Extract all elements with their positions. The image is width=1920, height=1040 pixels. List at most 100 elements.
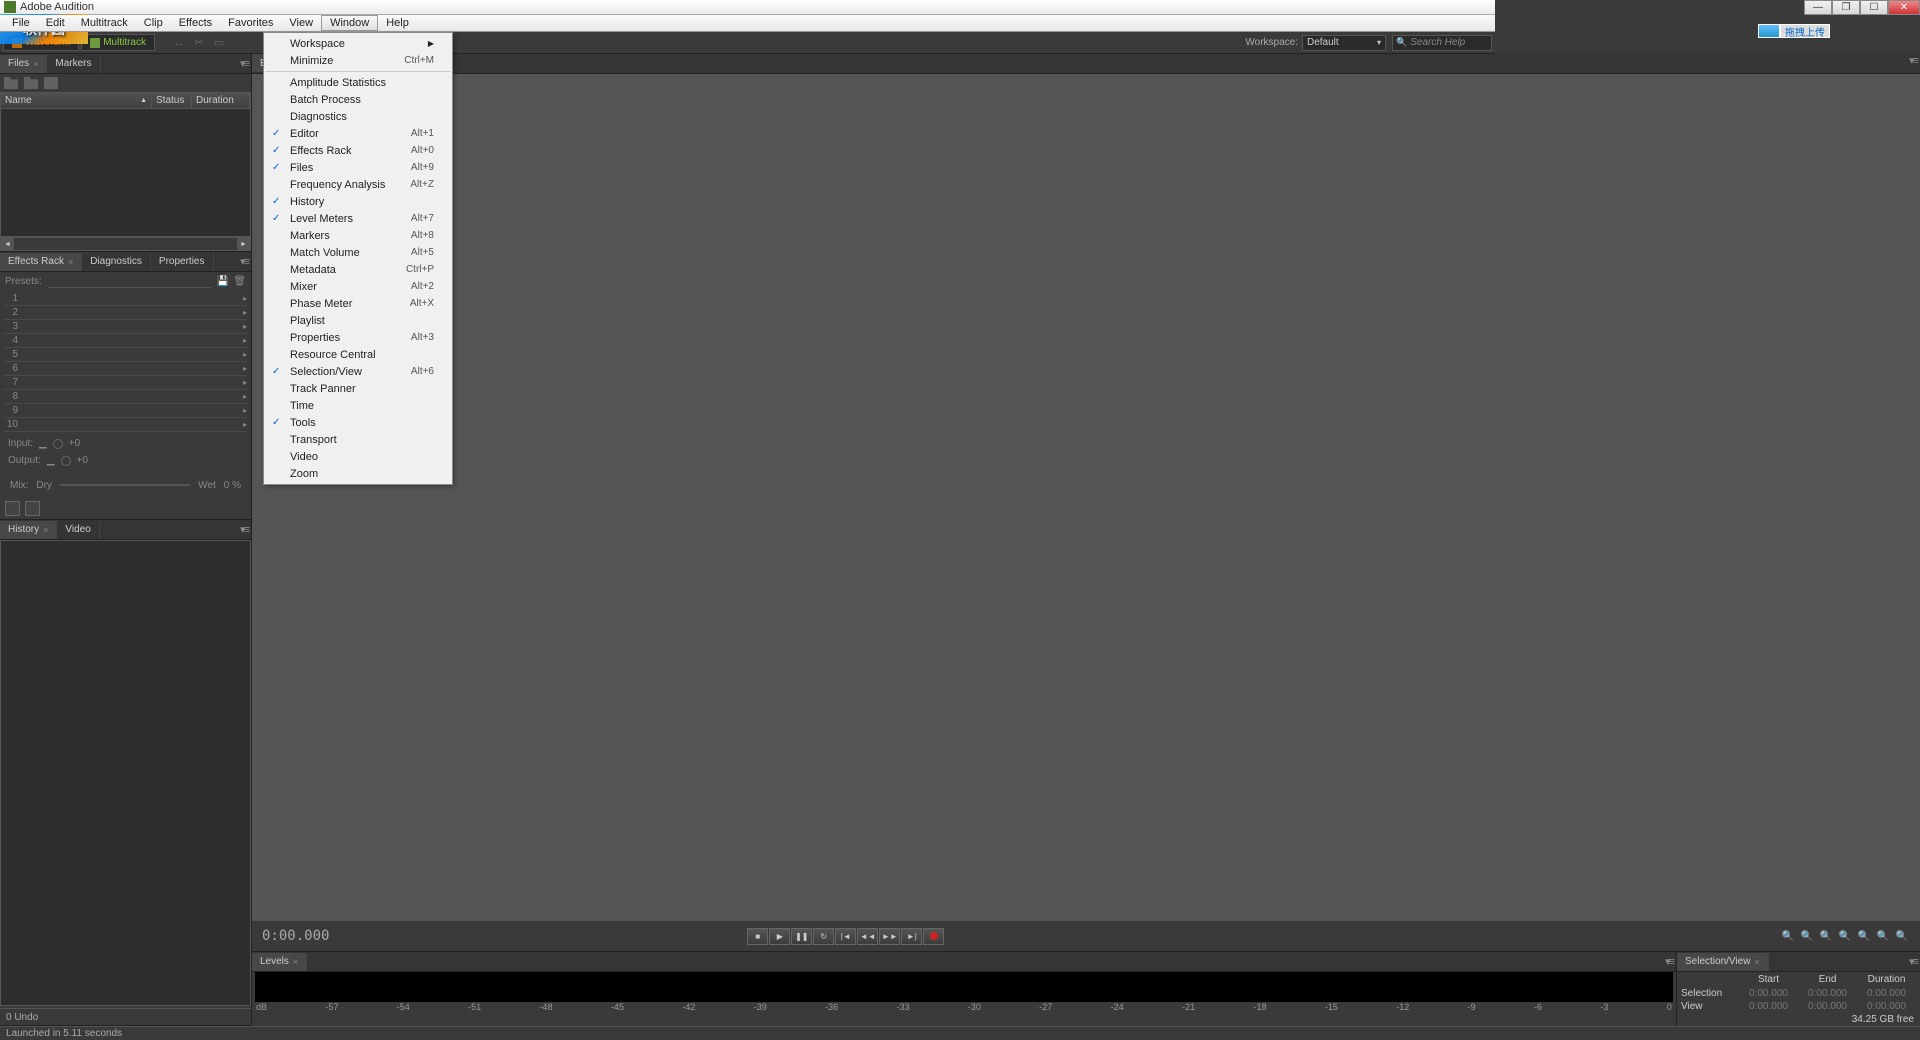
restore-button[interactable]: ❐ bbox=[1832, 0, 1860, 15]
tab-files[interactable]: Files× bbox=[0, 55, 47, 73]
dd-phase[interactable]: Phase MeterAlt+X bbox=[264, 295, 452, 312]
sel-end[interactable]: 0:00.000 bbox=[1798, 988, 1857, 999]
fx-slot[interactable]: 10▸ bbox=[4, 418, 247, 432]
menu-edit[interactable]: Edit bbox=[38, 16, 73, 30]
power-button[interactable] bbox=[5, 501, 20, 516]
list-button[interactable] bbox=[25, 501, 40, 516]
scrollbar[interactable]: ◄ ► bbox=[0, 237, 251, 251]
presets-select[interactable] bbox=[48, 274, 211, 288]
close-icon[interactable]: × bbox=[33, 59, 38, 69]
scroll-left-icon[interactable]: ◄ bbox=[1, 238, 14, 250]
record-button[interactable] bbox=[923, 928, 944, 945]
dd-metadata[interactable]: MetadataCtrl+P bbox=[264, 261, 452, 278]
dd-properties[interactable]: PropertiesAlt+3 bbox=[264, 329, 452, 346]
dd-transport[interactable]: Transport bbox=[264, 431, 452, 448]
tab-levels[interactable]: Levels× bbox=[252, 953, 307, 971]
dd-playlist[interactable]: Playlist bbox=[264, 312, 452, 329]
dd-time[interactable]: Time bbox=[264, 397, 452, 414]
dd-markers[interactable]: MarkersAlt+8 bbox=[264, 227, 452, 244]
import-icon[interactable] bbox=[24, 77, 38, 89]
fx-slot[interactable]: 5▸ bbox=[4, 348, 247, 362]
files-list[interactable] bbox=[0, 109, 251, 237]
fx-slot[interactable]: 1▸ bbox=[4, 292, 247, 306]
output-knob[interactable] bbox=[61, 456, 71, 466]
dd-mixer[interactable]: MixerAlt+2 bbox=[264, 278, 452, 295]
forward-button[interactable]: ►► bbox=[879, 928, 900, 945]
dd-tools[interactable]: Tools bbox=[264, 414, 452, 431]
close-button[interactable]: ✕ bbox=[1888, 0, 1920, 15]
fx-slot[interactable]: 9▸ bbox=[4, 404, 247, 418]
view-dur[interactable]: 0:00.000 bbox=[1857, 1001, 1916, 1012]
scroll-right-icon[interactable]: ► bbox=[237, 238, 250, 250]
tab-properties[interactable]: Properties bbox=[151, 253, 214, 271]
upload-badge[interactable]: 拖拽上传 bbox=[1758, 24, 1830, 38]
scroll-track[interactable] bbox=[14, 238, 237, 250]
tab-video[interactable]: Video bbox=[57, 521, 99, 539]
pause-button[interactable]: ❚❚ bbox=[791, 928, 812, 945]
dd-effects-rack[interactable]: Effects RackAlt+0 bbox=[264, 142, 452, 159]
dd-batch[interactable]: Batch Process bbox=[264, 91, 452, 108]
save-preset-icon[interactable]: 💾 bbox=[217, 276, 229, 287]
menu-window[interactable]: Window bbox=[321, 15, 378, 31]
dd-selview[interactable]: Selection/ViewAlt+6 bbox=[264, 363, 452, 380]
zoom-reset-icon[interactable]: 🔍 bbox=[1894, 928, 1910, 944]
history-body[interactable] bbox=[0, 540, 251, 1006]
levels-meter[interactable] bbox=[255, 972, 1673, 1002]
delete-preset-icon[interactable]: 🗑 bbox=[233, 276, 246, 287]
menu-multitrack[interactable]: Multitrack bbox=[73, 16, 136, 30]
tab-history[interactable]: History× bbox=[0, 521, 57, 539]
workspace-select[interactable]: Default bbox=[1302, 35, 1386, 51]
zoom-sel-icon[interactable]: 🔍 bbox=[1837, 928, 1853, 944]
fx-slot[interactable]: 7▸ bbox=[4, 376, 247, 390]
zoom-full-icon[interactable]: 🔍 bbox=[1818, 928, 1834, 944]
menu-file[interactable]: File bbox=[4, 16, 38, 30]
menu-favorites[interactable]: Favorites bbox=[220, 16, 281, 30]
col-duration[interactable]: Duration bbox=[192, 93, 250, 108]
search-input[interactable]: Search Help bbox=[1392, 35, 1492, 51]
dd-freq[interactable]: Frequency AnalysisAlt+Z bbox=[264, 176, 452, 193]
tool-select[interactable]: ▭ bbox=[210, 34, 228, 52]
zoom-in-v-icon[interactable]: 🔍 bbox=[1856, 928, 1872, 944]
dd-workspace[interactable]: Workspace▶ bbox=[264, 35, 452, 52]
close-icon[interactable]: × bbox=[293, 957, 298, 967]
tab-selection-view[interactable]: Selection/View× bbox=[1677, 953, 1769, 971]
view-start[interactable]: 0:00.000 bbox=[1739, 1001, 1798, 1012]
zoom-out-icon[interactable]: 🔍 bbox=[1799, 928, 1815, 944]
fx-slot[interactable]: 6▸ bbox=[4, 362, 247, 376]
maximize-button[interactable]: ☐ bbox=[1860, 0, 1888, 15]
panel-menu-icon[interactable]: ▾≡ bbox=[1909, 955, 1917, 968]
menu-clip[interactable]: Clip bbox=[136, 16, 171, 30]
dd-editor[interactable]: EditorAlt+1 bbox=[264, 125, 452, 142]
close-icon[interactable]: × bbox=[43, 525, 48, 535]
loop-button[interactable]: ↻ bbox=[813, 928, 834, 945]
tab-markers[interactable]: Markers bbox=[47, 55, 100, 73]
dd-minimize[interactable]: MinimizeCtrl+M bbox=[264, 52, 452, 69]
close-icon[interactable]: × bbox=[68, 257, 73, 267]
panel-menu-icon[interactable]: ▾≡ bbox=[1909, 54, 1917, 67]
input-knob[interactable] bbox=[53, 439, 63, 449]
mix-slider[interactable] bbox=[60, 484, 190, 486]
dd-diagnostics[interactable]: Diagnostics bbox=[264, 108, 452, 125]
panel-menu-icon[interactable]: ▾≡ bbox=[240, 57, 248, 70]
dd-track-panner[interactable]: Track Panner bbox=[264, 380, 452, 397]
skip-end-button[interactable]: ►| bbox=[901, 928, 922, 945]
dd-files[interactable]: FilesAlt+9 bbox=[264, 159, 452, 176]
dd-level[interactable]: Level MetersAlt+7 bbox=[264, 210, 452, 227]
zoom-in-icon[interactable]: 🔍 bbox=[1780, 928, 1796, 944]
tab-effects-rack[interactable]: Effects Rack× bbox=[0, 253, 82, 271]
fx-slot[interactable]: 2▸ bbox=[4, 306, 247, 320]
view-end[interactable]: 0:00.000 bbox=[1798, 1001, 1857, 1012]
panel-menu-icon[interactable]: ▾≡ bbox=[1665, 955, 1673, 968]
editor-canvas[interactable] bbox=[252, 74, 1920, 921]
dd-amp-stats[interactable]: Amplitude Statistics bbox=[264, 74, 452, 91]
col-status[interactable]: Status bbox=[152, 93, 192, 108]
tool-move[interactable]: ↔ bbox=[170, 34, 188, 52]
stop-button[interactable]: ■ bbox=[747, 928, 768, 945]
skip-start-button[interactable]: |◄ bbox=[835, 928, 856, 945]
dd-resource[interactable]: Resource Central bbox=[264, 346, 452, 363]
menu-view[interactable]: View bbox=[281, 16, 321, 30]
col-name[interactable]: Name▲ bbox=[1, 93, 152, 108]
dd-video[interactable]: Video bbox=[264, 448, 452, 465]
menu-help[interactable]: Help bbox=[378, 16, 417, 30]
tab-diagnostics[interactable]: Diagnostics bbox=[82, 253, 151, 271]
